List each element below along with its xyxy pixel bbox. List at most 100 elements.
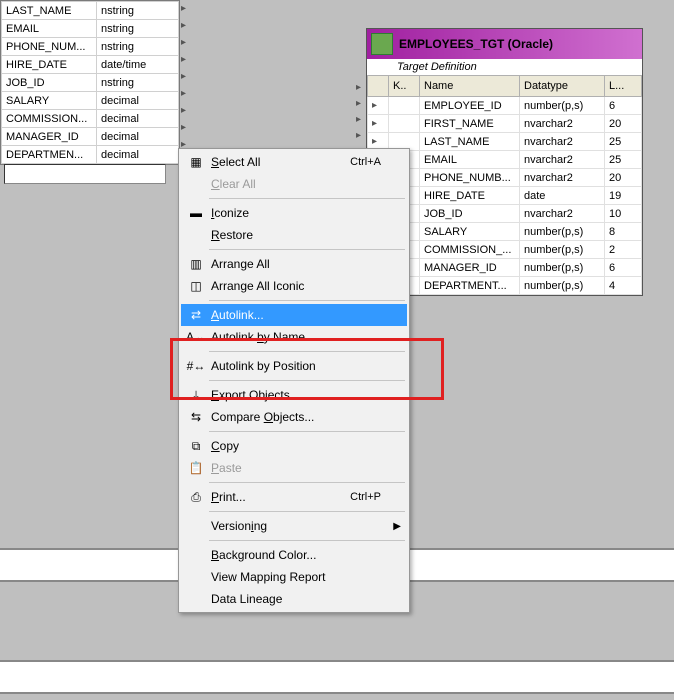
menu-item-label: Print... (211, 490, 350, 504)
autolink-pos-icon: #↔ (185, 358, 207, 374)
target-row[interactable]: ▸FIRST_NAMEnvarchar220 (368, 115, 642, 133)
autolink-icon: ⇄ (185, 307, 207, 323)
source-expression-input[interactable] (4, 164, 166, 184)
source-field-type: decimal (97, 92, 179, 110)
col-key[interactable]: K.. (389, 76, 420, 97)
source-row[interactable]: LAST_NAMEnstring (2, 2, 179, 20)
menu-compare-objects[interactable]: ⇆ Compare Objects... (181, 406, 407, 428)
source-field-name: DEPARTMEN... (2, 146, 97, 164)
arrange-iconic-icon: ◫ (185, 278, 207, 294)
source-field-type: decimal (97, 128, 179, 146)
menu-copy[interactable]: ⧉Copy (181, 435, 407, 457)
blank-icon (185, 518, 207, 534)
col-len[interactable]: L... (605, 76, 642, 97)
source-row[interactable]: SALARYdecimal (2, 92, 179, 110)
target-col-name: PHONE_NUMB... (420, 169, 520, 187)
menu-item-label: Autolink by Position (211, 359, 381, 373)
blank-icon (185, 227, 207, 243)
source-field-name: SALARY (2, 92, 97, 110)
menu-view-mapping-report[interactable]: View Mapping Report (181, 566, 407, 588)
source-field-type: nstring (97, 2, 179, 20)
col-name[interactable]: Name (420, 76, 520, 97)
menu-arrange-all-iconic[interactable]: ◫ Arrange All Iconic (181, 275, 407, 297)
menu-item-label: Autolink... (211, 308, 381, 322)
port-arrow-icon: ▸ (368, 97, 389, 115)
menu-item-label: Versioning (211, 519, 381, 533)
menu-arrange-all[interactable]: ▥Arrange All (181, 253, 407, 275)
target-col-name: EMPLOYEE_ID (420, 97, 520, 115)
compare-icon: ⇆ (185, 409, 207, 425)
target-title-bar[interactable]: EMPLOYEES_TGT (Oracle) (367, 29, 642, 59)
source-row[interactable]: EMAILnstring (2, 20, 179, 38)
target-col-datatype: number(p,s) (520, 97, 605, 115)
source-field-name: JOB_ID (2, 74, 97, 92)
menu-autolink-by-name[interactable]: A↔ Autolink by Name (181, 326, 407, 348)
menu-item-label: Iconize (211, 206, 381, 220)
source-row[interactable]: JOB_IDnstring (2, 74, 179, 92)
submenu-arrow-icon: ▶ (393, 521, 401, 532)
copy-icon: ⧉ (185, 438, 207, 454)
blank-icon (185, 569, 207, 585)
target-col-len: 19 (605, 187, 642, 205)
autolink-name-icon: A↔ (185, 329, 207, 345)
target-row[interactable]: ▸EMPLOYEE_IDnumber(p,s)6 (368, 97, 642, 115)
target-col-datatype: nvarchar2 (520, 169, 605, 187)
source-row[interactable]: HIRE_DATEdate/time (2, 56, 179, 74)
menu-iconize[interactable]: ▬Iconize (181, 202, 407, 224)
blank-icon (185, 547, 207, 563)
target-col-datatype: number(p,s) (520, 277, 605, 295)
target-col-len: 25 (605, 133, 642, 151)
source-field-type: date/time (97, 56, 179, 74)
menu-item-label: Paste (211, 461, 381, 475)
menu-item-label: Clear All (211, 177, 381, 191)
menu-print[interactable]: ⎙Print...Ctrl+P (181, 486, 407, 508)
target-col-len: 2 (605, 241, 642, 259)
source-row[interactable]: DEPARTMEN...decimal (2, 146, 179, 164)
menu-data-lineage[interactable]: Data Lineage (181, 588, 407, 610)
source-field-name: LAST_NAME (2, 2, 97, 20)
menu-background-color[interactable]: Background Color... (181, 544, 407, 566)
menu-item-label: Compare Objects... (211, 410, 381, 424)
menu-item-label: Autolink by Name (211, 330, 381, 344)
target-col-name: EMAIL (420, 151, 520, 169)
source-field-name: COMMISSION... (2, 110, 97, 128)
menu-autolink[interactable]: ⇄ Autolink... (181, 304, 407, 326)
context-menu: ▦Select AllCtrl+AClear All▬IconizeRestor… (178, 148, 410, 613)
target-col-name: DEPARTMENT... (420, 277, 520, 295)
col-arrow (368, 76, 389, 97)
target-col-len: 4 (605, 277, 642, 295)
target-title-text: EMPLOYEES_TGT (Oracle) (399, 37, 553, 51)
source-field-type: nstring (97, 20, 179, 38)
target-col-name: SALARY (420, 223, 520, 241)
menu-versioning[interactable]: Versioning ▶ (181, 515, 407, 537)
target-col-datatype: nvarchar2 (520, 115, 605, 133)
menu-export-objects[interactable]: ⤓Export Objects... (181, 384, 407, 406)
source-field-type: nstring (97, 38, 179, 56)
menu-autolink-by-position[interactable]: #↔ Autolink by Position (181, 355, 407, 377)
export-icon: ⤓ (185, 387, 207, 403)
source-row[interactable]: MANAGER_IDdecimal (2, 128, 179, 146)
menu-item-label: Arrange All Iconic (211, 279, 381, 293)
menu-select-all[interactable]: ▦Select AllCtrl+A (181, 151, 407, 173)
source-field-name: PHONE_NUM... (2, 38, 97, 56)
menu-clear-all: Clear All (181, 173, 407, 195)
col-datatype[interactable]: Datatype (520, 76, 605, 97)
target-col-len: 20 (605, 115, 642, 133)
menu-item-label: Data Lineage (211, 592, 381, 606)
target-col-datatype: nvarchar2 (520, 205, 605, 223)
blank-icon (185, 176, 207, 192)
source-row[interactable]: COMMISSION...decimal (2, 110, 179, 128)
menu-item-label: Select All (211, 155, 350, 169)
menu-restore[interactable]: Restore (181, 224, 407, 246)
target-col-datatype: number(p,s) (520, 259, 605, 277)
target-col-len: 20 (605, 169, 642, 187)
menu-item-label: Arrange All (211, 257, 381, 271)
source-row[interactable]: PHONE_NUM...nstring (2, 38, 179, 56)
menu-item-label: Restore (211, 228, 381, 242)
target-col-datatype: nvarchar2 (520, 151, 605, 169)
select-all-icon: ▦ (185, 154, 207, 170)
target-col-name: HIRE_DATE (420, 187, 520, 205)
target-col-name: JOB_ID (420, 205, 520, 223)
target-col-datatype: number(p,s) (520, 241, 605, 259)
source-port-arrows: ▸▸▸▸▸▸▸▸▸ (181, 0, 191, 153)
